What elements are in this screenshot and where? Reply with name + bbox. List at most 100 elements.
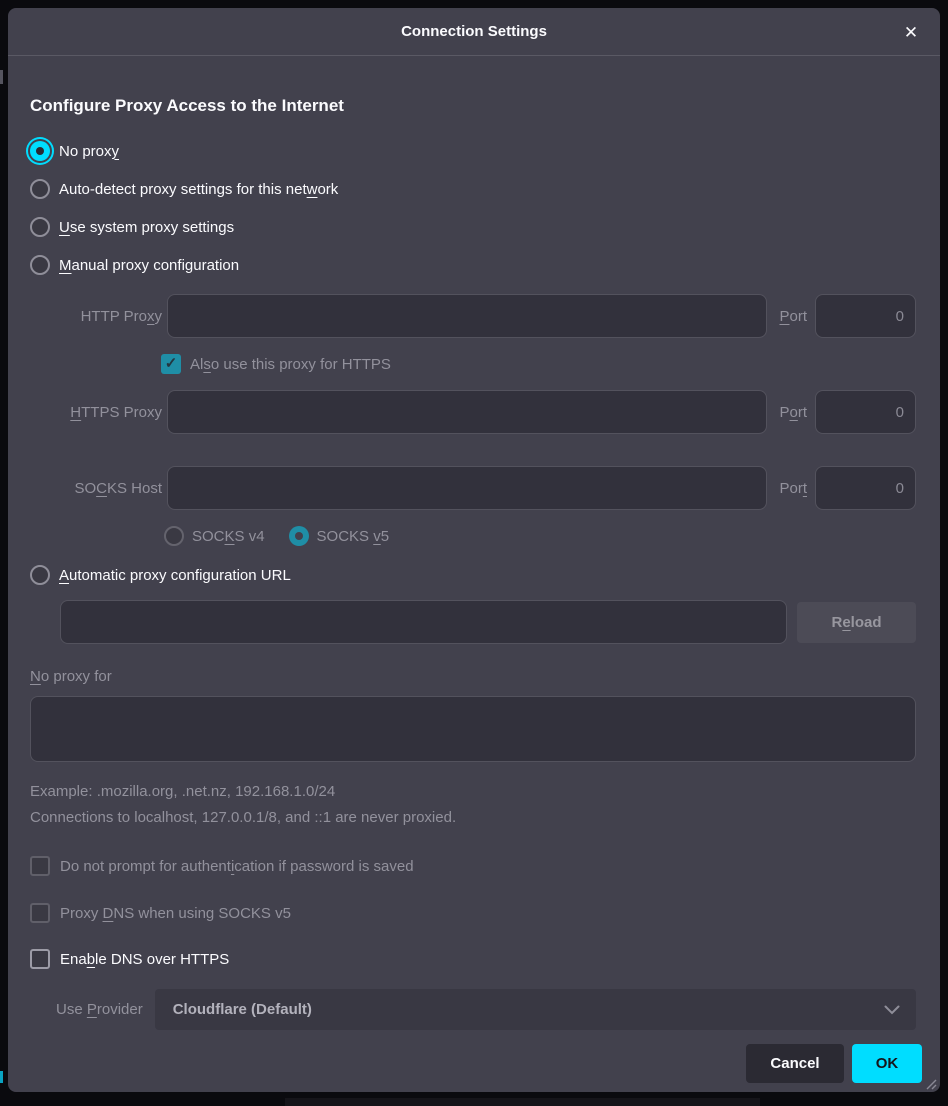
auto-detect-label: Auto-detect proxy settings for this netw… bbox=[59, 181, 338, 198]
label-text: Proxy bbox=[60, 905, 103, 922]
http-proxy-label: HTTP Proxy bbox=[30, 308, 162, 325]
label-text: KS Host bbox=[107, 480, 162, 497]
label-text: e bbox=[842, 614, 850, 631]
manual-proxy-label: Manual proxy configuration bbox=[59, 257, 239, 274]
label-text: SO bbox=[74, 480, 96, 497]
socks-v4-label: SOCKS v4 bbox=[192, 528, 265, 545]
label-text: b bbox=[87, 951, 95, 968]
label-text: Do not prompt for authent bbox=[60, 858, 231, 875]
http-port-label: Port bbox=[767, 308, 807, 325]
label-text: 5 bbox=[381, 528, 389, 545]
no-prompt-auth-row[interactable]: Do not prompt for authentication if pass… bbox=[30, 856, 916, 876]
label-text: N bbox=[30, 668, 41, 685]
socks-host-row: SOCKS Host Port bbox=[30, 466, 916, 510]
chevron-down-icon bbox=[884, 1005, 900, 1015]
resize-grip-icon[interactable] bbox=[924, 1077, 937, 1090]
label-text: H bbox=[70, 404, 81, 421]
label-text: x bbox=[147, 308, 155, 325]
enable-doh-checkbox[interactable] bbox=[30, 949, 50, 969]
label-text: y bbox=[155, 308, 163, 325]
no-proxy-radio[interactable] bbox=[30, 141, 50, 161]
socks-host-input[interactable] bbox=[167, 466, 767, 510]
no-prompt-auth-checkbox[interactable] bbox=[30, 856, 50, 876]
label-text: Auto-detect proxy settings for this net bbox=[59, 181, 307, 198]
label-text: No prox bbox=[59, 143, 112, 160]
socks-v5-radio[interactable] bbox=[289, 526, 309, 546]
no-proxy-note-text: Connections to localhost, 127.0.0.1/8, a… bbox=[30, 808, 916, 828]
radio-row-autoproxy-url[interactable]: Automatic proxy configuration URL bbox=[30, 556, 916, 594]
label-text: le DNS over HTTPS bbox=[95, 951, 229, 968]
reload-button[interactable]: Reload bbox=[797, 602, 916, 643]
socks-v4-radio[interactable] bbox=[164, 526, 184, 546]
system-proxy-radio[interactable] bbox=[30, 217, 50, 237]
autoproxy-url-row: Reload bbox=[60, 600, 916, 644]
dialog-title: Connection Settings bbox=[401, 23, 547, 40]
background-artifact bbox=[0, 70, 3, 84]
label-text: U bbox=[59, 219, 70, 236]
ok-button[interactable]: OK bbox=[852, 1044, 922, 1083]
use-provider-label: Use Provider bbox=[56, 1001, 143, 1018]
radio-row-manual-proxy[interactable]: Manual proxy configuration bbox=[30, 246, 916, 284]
proxy-dns-label: Proxy DNS when using SOCKS v5 bbox=[60, 905, 291, 922]
label-text: HTTP Pro bbox=[81, 308, 147, 325]
cancel-button[interactable]: Cancel bbox=[746, 1044, 844, 1083]
also-https-label: Also use this proxy for HTTPS bbox=[190, 356, 391, 373]
manual-proxy-radio[interactable] bbox=[30, 255, 50, 275]
system-proxy-label: Use system proxy settings bbox=[59, 219, 234, 236]
autoproxy-url-label: Automatic proxy configuration URL bbox=[59, 567, 291, 584]
radio-row-system-proxy[interactable]: Use system proxy settings bbox=[30, 208, 916, 246]
reload-label: Reload bbox=[831, 614, 881, 631]
http-proxy-input[interactable] bbox=[167, 294, 767, 338]
label-text: C bbox=[96, 480, 107, 497]
also-https-checkbox[interactable]: ✓ bbox=[161, 354, 181, 374]
https-proxy-input[interactable] bbox=[167, 390, 767, 434]
label-text: P bbox=[779, 308, 789, 325]
proxy-dns-row[interactable]: Proxy DNS when using SOCKS v5 bbox=[30, 903, 916, 923]
auto-detect-radio[interactable] bbox=[30, 179, 50, 199]
label-text: P bbox=[779, 404, 789, 421]
radio-row-no-proxy[interactable]: No proxy bbox=[30, 132, 916, 170]
no-proxy-example-text: Example: .mozilla.org, .net.nz, 192.168.… bbox=[30, 782, 916, 802]
label-text: utomatic proxy configuration URL bbox=[69, 567, 291, 584]
provider-dropdown[interactable]: Cloudflare (Default) bbox=[155, 989, 916, 1030]
also-https-row[interactable]: ✓ Also use this proxy for HTTPS bbox=[161, 354, 916, 374]
proxy-dns-checkbox[interactable] bbox=[30, 903, 50, 923]
label-text: NS when using SOCKS v5 bbox=[113, 905, 291, 922]
label-text: S v4 bbox=[235, 528, 265, 545]
socks-port-label: Port bbox=[767, 480, 807, 497]
background-strip bbox=[285, 1098, 760, 1106]
label-text: Al bbox=[190, 356, 203, 373]
radio-row-auto-detect[interactable]: Auto-detect proxy settings for this netw… bbox=[30, 170, 916, 208]
socks-port-input[interactable] bbox=[815, 466, 916, 510]
http-proxy-row: HTTP Proxy Port bbox=[30, 294, 916, 338]
no-proxy-for-textarea[interactable] bbox=[30, 696, 916, 762]
label-text: t bbox=[803, 480, 807, 497]
label-text: TTPS Proxy bbox=[81, 404, 162, 421]
label-text: P bbox=[87, 1001, 97, 1018]
close-icon: ✕ bbox=[904, 23, 918, 42]
enable-doh-row[interactable]: Enable DNS over HTTPS bbox=[30, 949, 916, 969]
socks-v5-label: SOCKS v5 bbox=[317, 528, 390, 545]
label-text: ort bbox=[789, 308, 807, 325]
https-port-input[interactable] bbox=[815, 390, 916, 434]
label-text: D bbox=[103, 905, 114, 922]
label-text: ork bbox=[317, 181, 338, 198]
close-button[interactable]: ✕ bbox=[896, 18, 926, 48]
background-artifact bbox=[0, 1071, 3, 1083]
label-text: Por bbox=[779, 480, 802, 497]
autoproxy-url-radio[interactable] bbox=[30, 565, 50, 585]
socks-host-label: SOCKS Host bbox=[30, 480, 162, 497]
label-text: R bbox=[831, 614, 842, 631]
label-text: load bbox=[851, 614, 882, 631]
https-proxy-row: HTTPS Proxy Port bbox=[30, 390, 916, 434]
http-port-input[interactable] bbox=[815, 294, 916, 338]
no-prompt-auth-label: Do not prompt for authentication if pass… bbox=[60, 858, 414, 875]
label-text: s bbox=[203, 356, 211, 373]
label-text: SOC bbox=[192, 528, 225, 545]
label-text: M bbox=[59, 257, 72, 274]
autoproxy-url-input[interactable] bbox=[60, 600, 787, 644]
label-text: rovider bbox=[97, 1001, 143, 1018]
label-text: y bbox=[112, 143, 120, 160]
enable-doh-label: Enable DNS over HTTPS bbox=[60, 951, 229, 968]
label-text: cation if password is saved bbox=[234, 858, 413, 875]
